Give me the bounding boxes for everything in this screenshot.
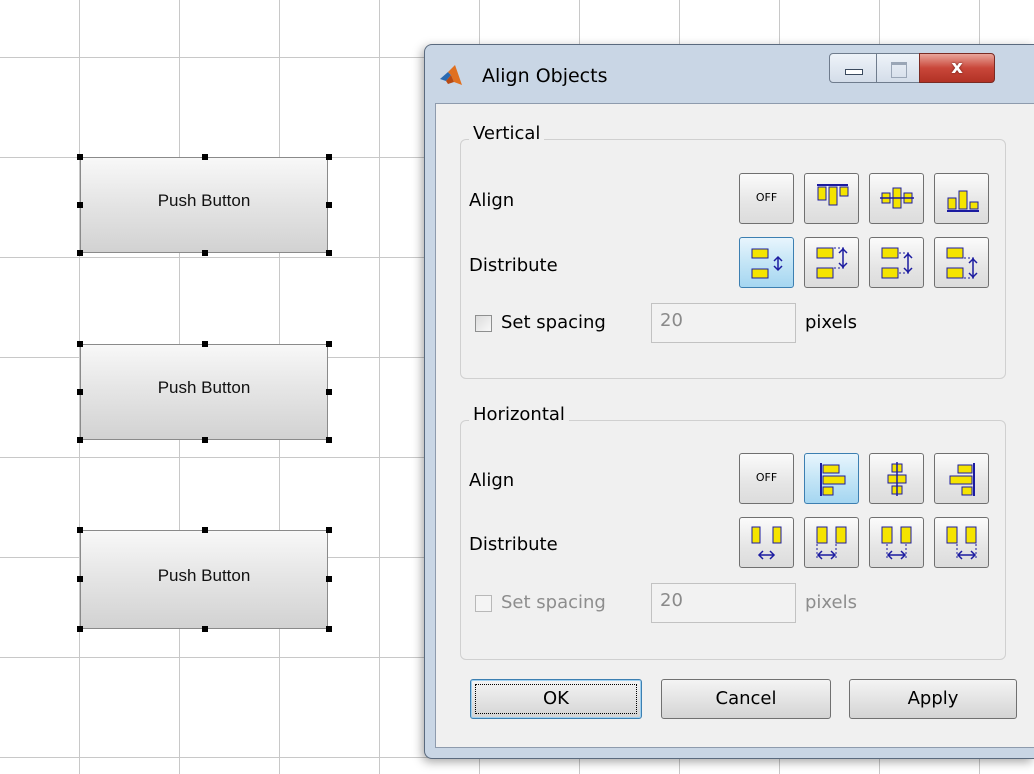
horizontal-group: Horizontal Align Distribute OFF Set spac… (460, 404, 1006, 660)
dialog-title: Align Objects (482, 65, 608, 87)
distribute-middle-icon (881, 247, 913, 279)
resize-handle[interactable] (326, 389, 332, 395)
horizontal-distribute-label: Distribute (469, 534, 558, 555)
resize-handle[interactable] (77, 341, 83, 347)
distribute-gap-icon (751, 248, 783, 279)
align-objects-dialog: Align Objects x Vertical Align Distribut… (424, 44, 1034, 759)
align-top-button[interactable] (804, 173, 859, 224)
push-button[interactable]: Push Button (80, 157, 328, 253)
resize-handle[interactable] (77, 626, 83, 632)
horizontal-align-label: Align (469, 470, 515, 491)
vertical-set-spacing-label: Set spacing (501, 312, 606, 333)
distribute-right-icon (946, 526, 977, 560)
dialog-client-area: Vertical Align Distribute OFF Set spacin… (435, 103, 1034, 748)
push-button-label: Push Button (157, 378, 251, 397)
maximize-button[interactable] (876, 53, 920, 83)
distribute-top-icon (816, 247, 848, 279)
align-off-label: OFF (755, 191, 778, 204)
resize-handle[interactable] (77, 154, 83, 160)
title-bar[interactable]: Align Objects x (425, 45, 1034, 103)
apply-button-label: Apply (907, 688, 959, 709)
maximize-icon (891, 62, 907, 78)
vertical-group: Vertical Align Distribute OFF Set spacin… (460, 123, 1006, 379)
align-left-button[interactable] (804, 453, 859, 504)
resize-handle[interactable] (202, 527, 208, 533)
focus-rectangle (475, 684, 637, 714)
resize-handle[interactable] (77, 437, 83, 443)
resize-handle[interactable] (326, 154, 332, 160)
resize-handle[interactable] (202, 437, 208, 443)
resize-handle[interactable] (202, 626, 208, 632)
resize-handle[interactable] (326, 626, 332, 632)
distribute-top-button[interactable] (804, 237, 859, 288)
resize-handle[interactable] (326, 527, 332, 533)
push-button[interactable]: Push Button (80, 530, 328, 629)
horizontal-spacing-input[interactable]: 20 (651, 583, 796, 623)
horizontal-set-spacing-checkbox[interactable] (475, 595, 492, 612)
vertical-group-title: Vertical (469, 123, 545, 144)
resize-handle[interactable] (326, 437, 332, 443)
minimize-button[interactable] (829, 53, 877, 83)
distribute-center-icon (881, 526, 912, 560)
cancel-button[interactable]: Cancel (661, 679, 831, 719)
distribute-middle-button[interactable] (869, 237, 924, 288)
align-center-button[interactable] (869, 453, 924, 504)
vertical-spacing-input[interactable]: 20 (651, 303, 796, 343)
resize-handle[interactable] (77, 576, 83, 582)
horizontal-spacing-unit: pixels (805, 592, 857, 613)
horizontal-set-spacing-label: Set spacing (501, 592, 606, 613)
apply-button[interactable]: Apply (849, 679, 1017, 719)
resize-handle[interactable] (202, 154, 208, 160)
resize-handle[interactable] (77, 527, 83, 533)
align-middle-icon (880, 187, 914, 209)
resize-handle[interactable] (202, 341, 208, 347)
align-left-icon (820, 463, 846, 496)
align-middle-button[interactable] (869, 173, 924, 224)
close-button[interactable]: x (919, 53, 995, 83)
resize-handle[interactable] (77, 250, 83, 256)
distribute-right-button[interactable] (934, 517, 989, 568)
push-button-label: Push Button (157, 565, 251, 585)
align-bottom-icon (947, 190, 979, 212)
distribute-bottom-icon (946, 247, 978, 279)
resize-handle[interactable] (77, 389, 83, 395)
resize-handle[interactable] (326, 341, 332, 347)
distribute-left-icon (816, 526, 847, 560)
horizontal-group-title: Horizontal (469, 404, 569, 425)
ok-button[interactable]: OK (470, 679, 642, 719)
vertical-spacing-unit: pixels (805, 312, 857, 333)
align-bottom-button[interactable] (934, 173, 989, 224)
align-center-icon (887, 462, 907, 496)
horizontal-align-off-button[interactable]: OFF (739, 453, 794, 504)
resize-handle[interactable] (326, 576, 332, 582)
push-button[interactable]: Push Button (80, 344, 328, 440)
cancel-button-label: Cancel (715, 688, 777, 709)
close-icon: x (951, 57, 963, 78)
resize-handle[interactable] (77, 202, 83, 208)
distribute-bottom-button[interactable] (934, 237, 989, 288)
resize-handle[interactable] (326, 202, 332, 208)
align-top-icon (817, 184, 849, 206)
vertical-align-label: Align (469, 190, 515, 211)
align-right-icon (949, 463, 975, 496)
resize-handle[interactable] (326, 250, 332, 256)
push-button-label: Push Button (157, 191, 251, 210)
distribute-left-button[interactable] (804, 517, 859, 568)
minimize-icon (845, 69, 863, 75)
vertical-set-spacing-checkbox[interactable] (475, 315, 492, 332)
distribute-center-button[interactable] (869, 517, 924, 568)
align-off-label: OFF (755, 471, 778, 484)
vertical-align-off-button[interactable]: OFF (739, 173, 794, 224)
horizontal-distribute-gap-button[interactable] (739, 517, 794, 568)
vertical-distribute-gap-button[interactable] (739, 237, 794, 288)
distribute-gap-icon (751, 526, 782, 560)
matlab-logo-icon (440, 65, 462, 85)
align-right-button[interactable] (934, 453, 989, 504)
resize-handle[interactable] (202, 250, 208, 256)
vertical-distribute-label: Distribute (469, 255, 558, 276)
